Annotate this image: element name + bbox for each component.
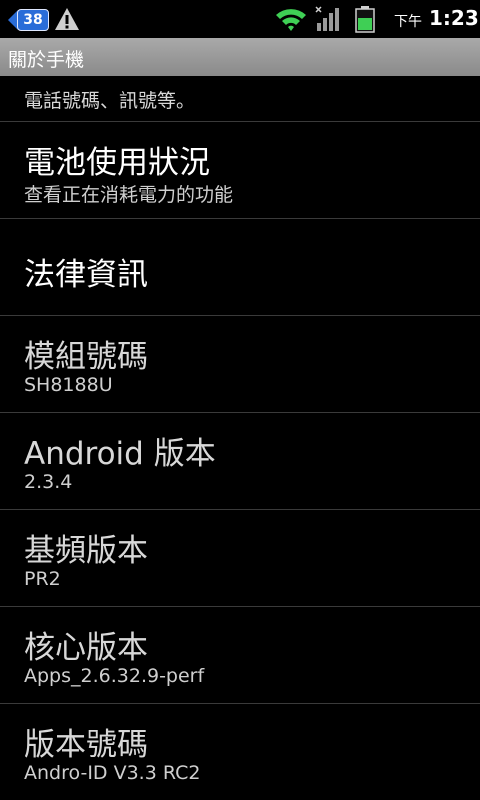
list-item-summary: 電話號碼、訊號等。 [24, 90, 196, 112]
list-item-legal-info[interactable]: 法律資訊 [0, 219, 480, 316]
list-item-title: Android 版本 [24, 436, 216, 472]
notification-count: 38 [17, 9, 49, 31]
list-item-summary: SH8188U [24, 374, 113, 396]
list-item-title: 核心版本 [24, 630, 148, 666]
list-item-title: 模組號碼 [24, 339, 148, 375]
list-item-android-version[interactable]: Android 版本 2.3.4 [0, 413, 480, 510]
title-bar: 關於手機 [0, 38, 480, 76]
list-item-summary: 2.3.4 [24, 471, 73, 493]
list-item-title: 電池使用狀況 [24, 145, 210, 181]
settings-list[interactable]: 電話號碼、訊號等。 電池使用狀況 查看正在消耗電力的功能 法律資訊 模組號碼 S… [0, 76, 480, 800]
list-item-build-number: 版本號碼 Andro-ID V3.3 RC2 [0, 704, 480, 800]
signal-icon [315, 6, 339, 31]
list-item-title: 基頻版本 [24, 533, 148, 569]
list-item-summary: PR2 [24, 568, 61, 590]
list-item-title: 法律資訊 [24, 257, 148, 293]
status-bar: 38 下午 1:23 [0, 0, 480, 38]
clock-time: 1:23 [429, 6, 479, 30]
list-item-kernel-version: 核心版本 Apps_2.6.32.9-perf [0, 607, 480, 704]
list-item-summary: Apps_2.6.32.9-perf [24, 665, 205, 687]
list-item-baseband-version: 基頻版本 PR2 [0, 510, 480, 607]
page-title: 關於手機 [8, 49, 85, 71]
clock-ampm: 下午 [394, 14, 422, 30]
list-item-title: 版本號碼 [24, 727, 148, 763]
list-item-status-partial[interactable]: 電話號碼、訊號等。 [0, 76, 480, 122]
list-item-summary: Andro-ID V3.3 RC2 [24, 762, 201, 784]
list-item-model-number: 模組號碼 SH8188U [0, 316, 480, 413]
list-item-summary: 查看正在消耗電力的功能 [24, 184, 234, 206]
notification-badge-icon[interactable]: 38 [8, 7, 49, 31]
wifi-icon [276, 9, 306, 31]
warning-icon[interactable] [54, 7, 80, 31]
battery-icon [355, 6, 375, 33]
list-item-battery-use[interactable]: 電池使用狀況 查看正在消耗電力的功能 [0, 122, 480, 219]
